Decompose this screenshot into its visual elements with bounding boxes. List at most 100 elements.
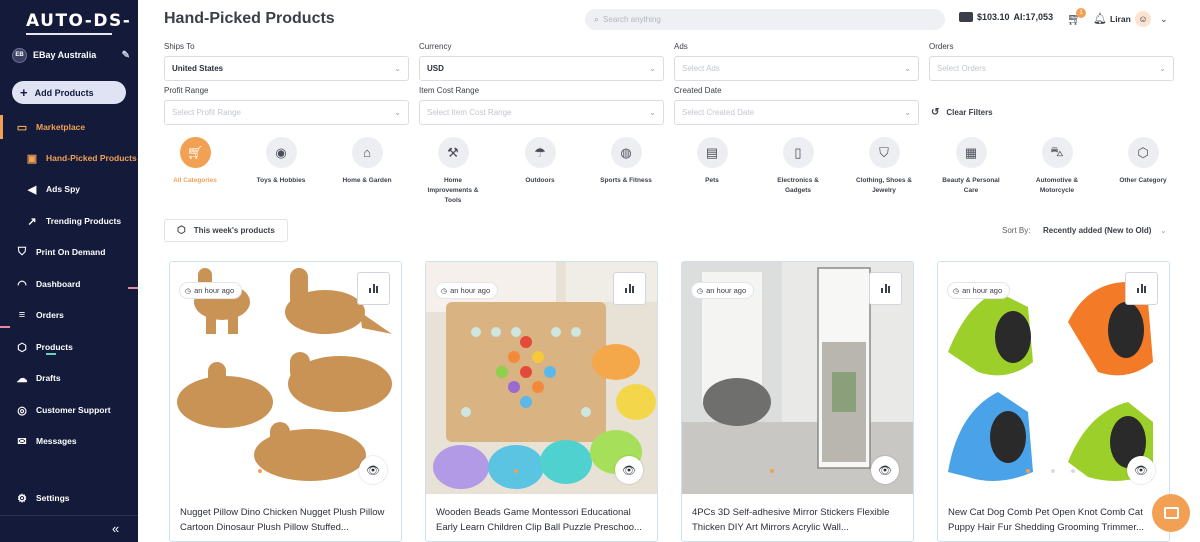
sidebar-item-messages[interactable]: ✉ Messages bbox=[0, 429, 138, 453]
plus-icon: + bbox=[20, 85, 28, 100]
category-electronics-gadgets[interactable]: ▯ Electronics & Gadgets bbox=[763, 137, 833, 196]
avatar[interactable]: ☺ bbox=[1135, 11, 1151, 27]
item-cost-range-placeholder: Select Item Cost Range bbox=[427, 108, 512, 117]
category-sports-fitness[interactable]: ◍ Sports & Fitness bbox=[591, 137, 661, 186]
sidebar-item-trending-products[interactable]: ↗ Trending Products bbox=[0, 209, 138, 233]
chat-support-button[interactable] bbox=[1152, 494, 1190, 532]
product-card[interactable]: ◷ an hour ago 👁︎ New Cat Dog Comb Pet Ope… bbox=[937, 261, 1170, 542]
product-title[interactable]: Wooden Beads Game Montessori Educational… bbox=[436, 505, 649, 535]
ships-to-value: United States bbox=[172, 64, 224, 73]
dashboard-indicator bbox=[128, 287, 138, 289]
product-card[interactable]: ◷ an hour ago 👁︎ Nugget Pillow Dino Chick… bbox=[169, 261, 402, 542]
stats-chart-button[interactable] bbox=[357, 272, 390, 305]
tools-icon: ⚒ bbox=[437, 137, 469, 168]
category-pets[interactable]: ▤ Pets bbox=[677, 137, 747, 186]
created-date-select[interactable]: Select Created Date ⌄ bbox=[674, 100, 919, 125]
stats-chart-button[interactable] bbox=[869, 272, 902, 305]
time-badge: ◷ an hour ago bbox=[435, 282, 499, 299]
product-title[interactable]: Nugget Pillow Dino Chicken Nugget Plush … bbox=[180, 505, 393, 535]
autods-logo[interactable]: AUTO-DS- bbox=[26, 11, 131, 31]
notification-bell-icon[interactable]: 🔔︎ bbox=[1093, 12, 1107, 25]
chevron-down-icon: ⌄ bbox=[394, 64, 401, 73]
category-automotive-motorcycle[interactable]: ⛍ Automotive & Motorcycle bbox=[1022, 137, 1092, 196]
carousel-dot-active[interactable] bbox=[770, 469, 774, 473]
product-title[interactable]: 4PCs 3D Self-adhesive Mirror Stickers Fl… bbox=[692, 505, 905, 535]
chevron-down-icon: ⌄ bbox=[904, 108, 911, 117]
currency-select[interactable]: USD ⌄ bbox=[419, 56, 664, 81]
created-date-placeholder: Select Created Date bbox=[682, 108, 755, 117]
category-home-improvements-tools[interactable]: ⚒ Home Improvements & Tools bbox=[418, 137, 488, 206]
category-outdoors[interactable]: ☂ Outdoors bbox=[505, 137, 575, 186]
pet-food-icon: ▤ bbox=[696, 137, 728, 168]
carousel-dot[interactable] bbox=[1071, 469, 1075, 473]
category-label: Sports & Fitness bbox=[600, 177, 652, 184]
chevron-down-icon[interactable]: ⌄ bbox=[1160, 226, 1167, 235]
sidebar-item-settings[interactable]: ⚙ Settings bbox=[0, 486, 138, 510]
edit-pencil-icon[interactable]: ✎ bbox=[122, 50, 130, 61]
logo-underline bbox=[26, 33, 112, 35]
sidebar-item-label: Products bbox=[36, 342, 73, 352]
user-name[interactable]: Liran bbox=[1110, 14, 1131, 24]
time-label: an hour ago bbox=[962, 286, 1003, 295]
sidebar-item-orders[interactable]: ≡ Orders bbox=[0, 303, 138, 327]
this-weeks-products-button[interactable]: ⬡ This week's products bbox=[164, 219, 288, 242]
category-toys-hobbies[interactable]: ◉ Toys & Hobbies bbox=[246, 137, 316, 186]
orders-placeholder: Select Orders bbox=[937, 64, 986, 73]
product-card[interactable]: ◷ an hour ago 👁︎ 4PCs 3D Self-adhesive Mi… bbox=[681, 261, 914, 542]
sidebar-item-customer-support[interactable]: ◎ Customer Support bbox=[0, 398, 138, 422]
stats-chart-button[interactable] bbox=[613, 272, 646, 305]
sidebar-item-ads-spy[interactable]: ◀ Ads Spy bbox=[0, 177, 138, 201]
sidebar-item-print-on-demand[interactable]: ⛉ Print On Demand bbox=[0, 240, 138, 264]
carousel-dot-active[interactable] bbox=[258, 469, 262, 473]
category-beauty-personal-care[interactable]: ▦ Beauty & Personal Care bbox=[936, 137, 1006, 196]
category-label: Pets bbox=[705, 177, 719, 184]
stats-chart-button[interactable] bbox=[1125, 272, 1158, 305]
sort-by-label: Sort By: bbox=[1002, 226, 1031, 235]
profit-range-select[interactable]: Select Profit Range ⌄ bbox=[164, 100, 409, 125]
category-home-garden[interactable]: ⌂ Home & Garden bbox=[332, 137, 402, 186]
category-label: Automotive & Motorcycle bbox=[1035, 177, 1079, 194]
add-products-button[interactable]: + Add Products bbox=[12, 81, 126, 104]
sidebar-item-marketplace[interactable]: ▭ Marketplace bbox=[0, 115, 138, 139]
sidebar-item-label: Ads Spy bbox=[46, 184, 81, 194]
sidebar-item-dashboard[interactable]: ◠ Dashboard bbox=[0, 272, 138, 296]
megaphone-icon: ◀ bbox=[27, 183, 37, 196]
sidebar-item-drafts[interactable]: ☁ Drafts bbox=[0, 366, 138, 390]
ships-to-select[interactable]: United States ⌄ bbox=[164, 56, 409, 81]
carousel-dot-active[interactable] bbox=[1026, 469, 1030, 473]
sidebar-item-label: Trending Products bbox=[46, 216, 122, 226]
carousel-dot[interactable] bbox=[1051, 469, 1055, 473]
search-input[interactable]: ⌕ Search anything bbox=[585, 9, 945, 30]
item-cost-range-select[interactable]: Select Item Cost Range ⌄ bbox=[419, 100, 664, 125]
sidebar-item-hand-picked-products[interactable]: ▣ Hand-Picked Products bbox=[0, 146, 138, 170]
clear-filters-label: Clear Filters bbox=[946, 108, 993, 117]
orders-select[interactable]: Select Orders ⌄ bbox=[929, 56, 1174, 81]
add-products-label: Add Products bbox=[34, 87, 94, 98]
category-other[interactable]: ⬡ Other Category bbox=[1108, 137, 1178, 186]
collapse-sidebar-icon[interactable]: « bbox=[112, 521, 119, 536]
product-card[interactable]: ◷ an hour ago 👁︎ Wooden Beads Game Montes… bbox=[425, 261, 658, 542]
clock-icon: ◷ bbox=[185, 287, 192, 295]
sidebar-item-label: Customer Support bbox=[36, 405, 111, 415]
chevron-down-icon[interactable]: ⌄ bbox=[1160, 14, 1168, 25]
product-title[interactable]: New Cat Dog Comb Pet Open Knot Comb Cat … bbox=[948, 505, 1161, 535]
wallet-balance[interactable]: $103.10 AI:17,053 bbox=[959, 12, 1053, 22]
carousel-dot-active[interactable] bbox=[514, 469, 518, 473]
cart-count-badge: 1 bbox=[1076, 8, 1086, 18]
eye-icon[interactable]: 👁︎ bbox=[871, 456, 899, 484]
ads-placeholder: Select Ads bbox=[682, 64, 720, 73]
clear-filters-button[interactable]: ↺ Clear Filters bbox=[931, 107, 993, 118]
category-all[interactable]: 🛒︎ All Categories bbox=[160, 137, 230, 186]
ads-select[interactable]: Select Ads ⌄ bbox=[674, 56, 919, 81]
sort-select[interactable]: Recently added (New to Old) bbox=[1043, 226, 1151, 235]
eye-icon[interactable]: 👁︎ bbox=[615, 456, 643, 484]
house-icon: ⌂ bbox=[351, 137, 383, 168]
store-selector[interactable]: EB EBay Australia ✎ bbox=[12, 46, 130, 64]
eye-icon[interactable]: 👁︎ bbox=[359, 456, 387, 484]
category-label: Home & Garden bbox=[342, 177, 392, 184]
category-clothing-shoes-jewelry[interactable]: ⛉ Clothing, Shoes & Jewelry bbox=[849, 137, 919, 196]
sidebar-item-products[interactable]: ⬡ Products bbox=[0, 335, 138, 359]
week-button-label: This week's products bbox=[193, 226, 275, 235]
eye-icon[interactable]: 👁︎ bbox=[1127, 456, 1155, 484]
sidebar-item-label: Orders bbox=[36, 310, 64, 320]
